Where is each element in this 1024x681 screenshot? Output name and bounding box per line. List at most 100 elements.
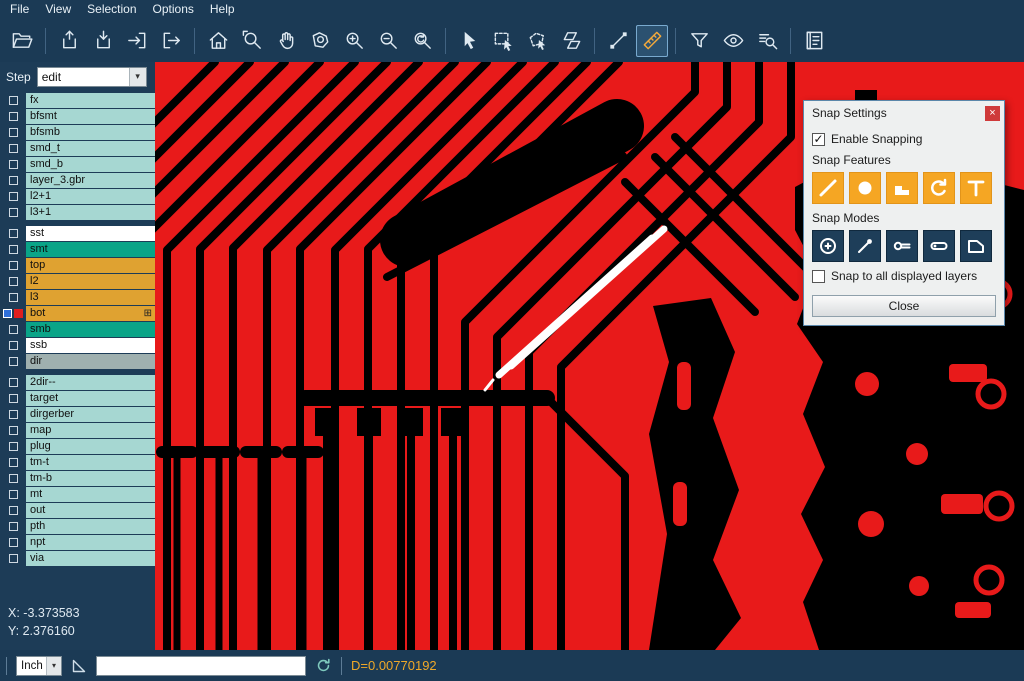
layer-checkbox[interactable] [9, 112, 18, 121]
eye-button[interactable] [717, 25, 749, 57]
arrow-out-button[interactable] [155, 25, 187, 57]
close-button[interactable]: Close [812, 295, 996, 317]
layer-checkbox[interactable] [9, 96, 18, 105]
enable-snapping-checkbox[interactable]: ✓ [812, 133, 825, 146]
import-box-button[interactable] [87, 25, 119, 57]
zoom-area-button[interactable] [236, 25, 268, 57]
layer-row-smd-t[interactable]: smd_t [0, 141, 155, 156]
layer-checkbox[interactable] [9, 442, 18, 451]
layer-row-map[interactable]: map [0, 423, 155, 438]
snap-feat-arc-button[interactable] [923, 172, 955, 204]
layer-checkbox[interactable] [9, 458, 18, 467]
home-button[interactable] [202, 25, 234, 57]
layer-checkbox[interactable] [9, 160, 18, 169]
layer-checkbox[interactable] [9, 293, 18, 302]
layer-row-fx[interactable]: fx [0, 93, 155, 108]
layer-checkbox[interactable] [9, 128, 18, 137]
export-box-button[interactable] [53, 25, 85, 57]
zoom-in-button[interactable] [338, 25, 370, 57]
layer-row-l2-1[interactable]: l2+1 [0, 189, 155, 204]
unit-select[interactable]: Inch ▾ [16, 656, 62, 676]
layer-row-layer-3-gbr[interactable]: layer_3.gbr [0, 173, 155, 188]
layer-checkbox[interactable] [9, 410, 18, 419]
layer-row-ssb[interactable]: ssb [0, 338, 155, 353]
snap-mode-end-button[interactable] [849, 230, 881, 262]
layer-row-pth[interactable]: pth [0, 519, 155, 534]
dialog-close-icon[interactable]: × [985, 106, 1000, 121]
snap-feat-corner-button[interactable] [886, 172, 918, 204]
layer-checkbox[interactable] [9, 378, 18, 387]
arrow-in-button[interactable] [121, 25, 153, 57]
layer-row-mt[interactable]: mt [0, 487, 155, 502]
layer-checkbox[interactable] [9, 341, 18, 350]
layer-row-out[interactable]: out [0, 503, 155, 518]
cursor-button[interactable] [453, 25, 485, 57]
refresh-icon[interactable] [315, 657, 332, 674]
layer-row-npt[interactable]: npt [0, 535, 155, 550]
layer-row-l3[interactable]: l3 [0, 290, 155, 305]
menu-item-selection[interactable]: Selection [79, 0, 144, 19]
zoom-out-button[interactable] [372, 25, 404, 57]
folder-open-button[interactable] [6, 25, 38, 57]
layer-checkbox[interactable] [9, 325, 18, 334]
transform-button[interactable] [555, 25, 587, 57]
layer-checkbox[interactable] [9, 229, 18, 238]
layer-row-bfsmt[interactable]: bfsmt [0, 109, 155, 124]
layer-row-bfsmb[interactable]: bfsmb [0, 125, 155, 140]
snap-feat-line-button[interactable] [812, 172, 844, 204]
layer-checkbox[interactable] [9, 506, 18, 515]
ruler-button[interactable] [636, 25, 668, 57]
snap-mode-key-button[interactable] [886, 230, 918, 262]
funnel-button[interactable] [683, 25, 715, 57]
report-button[interactable] [798, 25, 830, 57]
command-input[interactable] [96, 656, 306, 676]
layer-row-smd-b[interactable]: smd_b [0, 157, 155, 172]
layer-checkbox[interactable] [9, 245, 18, 254]
line-tool-button[interactable] [602, 25, 634, 57]
layer-checkbox[interactable] [9, 208, 18, 217]
layer-checkbox[interactable] [9, 394, 18, 403]
dialog-titlebar[interactable]: Snap Settings × [804, 101, 1004, 125]
pan-hand-button[interactable] [270, 25, 302, 57]
snap-mode-poly-button[interactable] [960, 230, 992, 262]
layer-row-via[interactable]: via [0, 551, 155, 566]
layer-checkbox[interactable] [9, 277, 18, 286]
snap-feat-text-button[interactable] [960, 172, 992, 204]
layer-checkbox[interactable] [9, 426, 18, 435]
layer-row-sst[interactable]: sst [0, 226, 155, 241]
snap-mode-slot-button[interactable] [923, 230, 955, 262]
layer-row-dirgerber[interactable]: dirgerber [0, 407, 155, 422]
layer-row-plug[interactable]: plug [0, 439, 155, 454]
find-button[interactable] [751, 25, 783, 57]
layer-row-bot[interactable]: bot⊞ [0, 306, 155, 321]
layer-row-tm-t[interactable]: tm-t [0, 455, 155, 470]
layer-checkbox[interactable] [9, 357, 18, 366]
menu-item-view[interactable]: View [37, 0, 79, 19]
layer-checkbox[interactable] [9, 261, 18, 270]
layer-row-smt[interactable]: smt [0, 242, 155, 257]
menu-item-help[interactable]: Help [202, 0, 243, 19]
menu-item-options[interactable]: Options [145, 0, 202, 19]
layer-checkbox[interactable] [3, 309, 12, 318]
snap-mode-center-button[interactable] [812, 230, 844, 262]
layer-row-target[interactable]: target [0, 391, 155, 406]
layer-checkbox[interactable] [9, 144, 18, 153]
layer-row-l3-1[interactable]: l3+1 [0, 205, 155, 220]
step-select[interactable]: edit ▾ [37, 67, 147, 87]
menu-item-file[interactable]: File [2, 0, 37, 19]
layer-checkbox[interactable] [9, 490, 18, 499]
select-poly-button[interactable] [521, 25, 553, 57]
zoom-poly-button[interactable] [304, 25, 336, 57]
layer-checkbox[interactable] [9, 538, 18, 547]
layer-checkbox[interactable] [9, 554, 18, 563]
layer-row-l2[interactable]: l2 [0, 274, 155, 289]
layer-row-tm-b[interactable]: tm-b [0, 471, 155, 486]
snap-feat-pad-button[interactable] [849, 172, 881, 204]
layer-row-2dir-[interactable]: 2dir-- [0, 375, 155, 390]
angle-tool-icon[interactable] [71, 658, 87, 674]
layer-checkbox[interactable] [9, 176, 18, 185]
layer-checkbox[interactable] [9, 474, 18, 483]
all-layers-checkbox[interactable] [812, 270, 825, 283]
layer-checkbox[interactable] [9, 522, 18, 531]
layer-row-top[interactable]: top [0, 258, 155, 273]
